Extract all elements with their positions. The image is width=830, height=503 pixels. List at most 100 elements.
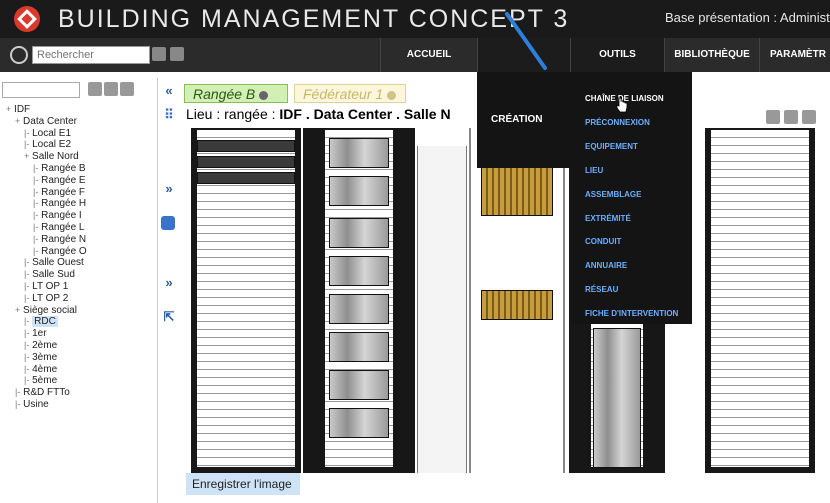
- expand-toggle-icon[interactable]: +: [6, 104, 11, 114]
- expand-right-icon[interactable]: »: [162, 182, 176, 196]
- collapse-left-icon[interactable]: «: [162, 84, 176, 98]
- tree-search-input[interactable]: [2, 82, 80, 98]
- advanced-search-icon[interactable]: [170, 47, 184, 61]
- tree-node[interactable]: |- Rangée H: [6, 198, 87, 210]
- tab-rangee-b[interactable]: Rangée B: [184, 84, 288, 103]
- zoom-out-icon[interactable]: [784, 110, 798, 124]
- rack-device[interactable]: [329, 176, 389, 206]
- menu-item[interactable]: RÉSEAU: [585, 285, 618, 294]
- tree-node[interactable]: |- Rangée B: [6, 163, 87, 175]
- tree-node[interactable]: |- 5ème: [6, 375, 87, 387]
- rack-device[interactable]: [481, 290, 553, 320]
- nav-accueil[interactable]: ACCUEIL: [381, 38, 477, 72]
- close-icon[interactable]: [259, 90, 269, 100]
- rack-elevation-view: [183, 128, 830, 473]
- tree-branch-icon: |-: [24, 351, 30, 362]
- rack-device[interactable]: [329, 138, 389, 168]
- tree-view-icon[interactable]: ⠿: [162, 108, 176, 122]
- tree-branch-icon: |-: [33, 233, 39, 244]
- tree-node[interactable]: |- R&D FTTo: [6, 387, 87, 399]
- tab-label: Rangée B: [193, 86, 256, 102]
- menu-item[interactable]: EQUIPEMENT: [585, 142, 638, 151]
- search-icon[interactable]: [152, 47, 166, 61]
- rack-device[interactable]: [329, 370, 389, 400]
- location-path: IDF . Data Center . Salle N: [279, 106, 451, 122]
- location-prefix: Lieu : rangée :: [186, 106, 276, 122]
- rack-device[interactable]: [481, 160, 553, 216]
- tree-node-label: Rangée H: [41, 198, 87, 210]
- nav-bibliotheque[interactable]: BIBLIOTHÈQUE: [665, 38, 759, 72]
- tree-node[interactable]: |- Rangée E: [6, 175, 87, 187]
- rack[interactable]: [191, 128, 301, 473]
- close-icon[interactable]: [387, 90, 397, 100]
- tree-node[interactable]: |- Rangée F: [6, 187, 87, 199]
- rack-device[interactable]: [197, 156, 295, 168]
- search-icon[interactable]: [766, 110, 780, 124]
- rack-device[interactable]: [593, 328, 641, 468]
- tree-node[interactable]: |- Usine: [6, 399, 87, 411]
- rack-device[interactable]: [329, 256, 389, 286]
- tree-node[interactable]: |- Rangée N: [6, 234, 87, 246]
- location-line: Lieu : rangée : IDF . Data Center . Sall…: [186, 106, 451, 122]
- expand-toggle-icon[interactable]: +: [24, 151, 29, 161]
- title-bar: BUILDING MANAGEMENT CONCEPT 3 Base prése…: [0, 0, 830, 38]
- tree-node[interactable]: |- Salle Sud: [6, 269, 87, 281]
- rack-device[interactable]: [197, 140, 295, 152]
- tree-node[interactable]: |- 2ème: [6, 340, 87, 352]
- menu-item[interactable]: ASSEMBLAGE: [585, 190, 641, 199]
- rack[interactable]: [303, 128, 415, 473]
- user-icon[interactable]: [161, 216, 175, 230]
- expand-toggle-icon[interactable]: +: [15, 116, 20, 126]
- menu-item[interactable]: EXTRÉMITÉ: [585, 214, 631, 223]
- tree-branch-icon: |-: [33, 186, 39, 197]
- rack-device[interactable]: [329, 408, 389, 438]
- tree-node[interactable]: |- Rangée I: [6, 210, 87, 222]
- search-input[interactable]: [32, 46, 150, 64]
- rack[interactable]: [469, 128, 565, 473]
- rack-device[interactable]: [197, 172, 295, 184]
- menu-item[interactable]: PRÉCONNEXION: [585, 118, 650, 127]
- tree-branch-icon: |-: [33, 210, 39, 221]
- app-logo-icon: [14, 6, 40, 32]
- tree-filter-icon[interactable]: [104, 82, 118, 96]
- tree-node[interactable]: + IDF: [6, 104, 87, 116]
- rack-device[interactable]: [329, 218, 389, 248]
- menu-item[interactable]: CONDUIT: [585, 237, 621, 246]
- refresh-icon[interactable]: [10, 46, 28, 64]
- nav-outils[interactable]: OUTILS: [571, 38, 664, 72]
- tree-branch-icon: |-: [24, 280, 30, 291]
- tab-federateur-1[interactable]: Fédérateur 1: [294, 84, 406, 103]
- tree-node-label: 1er: [32, 328, 47, 340]
- menu-item[interactable]: FICHE D'INTERVENTION: [585, 309, 678, 318]
- tree-node[interactable]: |- Rangée L: [6, 222, 87, 234]
- tree-node[interactable]: |- Rangée O: [6, 246, 87, 258]
- save-image-button[interactable]: Enregistrer l'image: [186, 473, 300, 495]
- tree-node[interactable]: |- Local E1: [6, 128, 87, 140]
- tree-node[interactable]: |- LT OP 1: [6, 281, 87, 293]
- tree-node[interactable]: + Data Center: [6, 116, 87, 128]
- tree-node[interactable]: |- LT OP 2: [6, 293, 87, 305]
- rack-device[interactable]: [329, 294, 389, 324]
- tree-refresh-icon[interactable]: [120, 82, 134, 96]
- expand-toggle-icon[interactable]: +: [15, 305, 20, 315]
- tree-node[interactable]: |- Salle Ouest: [6, 257, 87, 269]
- tree-node[interactable]: |- 3ème: [6, 352, 87, 364]
- tree-node-label: LT OP 2: [32, 292, 69, 304]
- export-icon[interactable]: ⇱: [162, 310, 176, 324]
- tree-node-label: 2ème: [32, 339, 58, 351]
- tree-node[interactable]: + Salle Nord: [6, 151, 87, 163]
- nav-parametres[interactable]: PARAMÈTR: [760, 38, 830, 72]
- tree-node[interactable]: + Siège social: [6, 305, 87, 317]
- tree-node[interactable]: |- 4ème: [6, 364, 87, 376]
- menu-item[interactable]: ANNUAIRE: [585, 261, 627, 270]
- rack[interactable]: [705, 128, 815, 473]
- zoom-in-icon[interactable]: [802, 110, 816, 124]
- expand-right-icon[interactable]: »: [162, 276, 176, 290]
- rack-device[interactable]: [329, 332, 389, 362]
- tree-node[interactable]: |- RDC: [6, 316, 87, 328]
- menu-item[interactable]: LIEU: [585, 166, 603, 175]
- tree-node[interactable]: |- 1er: [6, 328, 87, 340]
- tree-search-icon[interactable]: [88, 82, 102, 96]
- tree-node-label: Salle Sud: [32, 269, 75, 281]
- tree-node[interactable]: |- Local E2: [6, 139, 87, 151]
